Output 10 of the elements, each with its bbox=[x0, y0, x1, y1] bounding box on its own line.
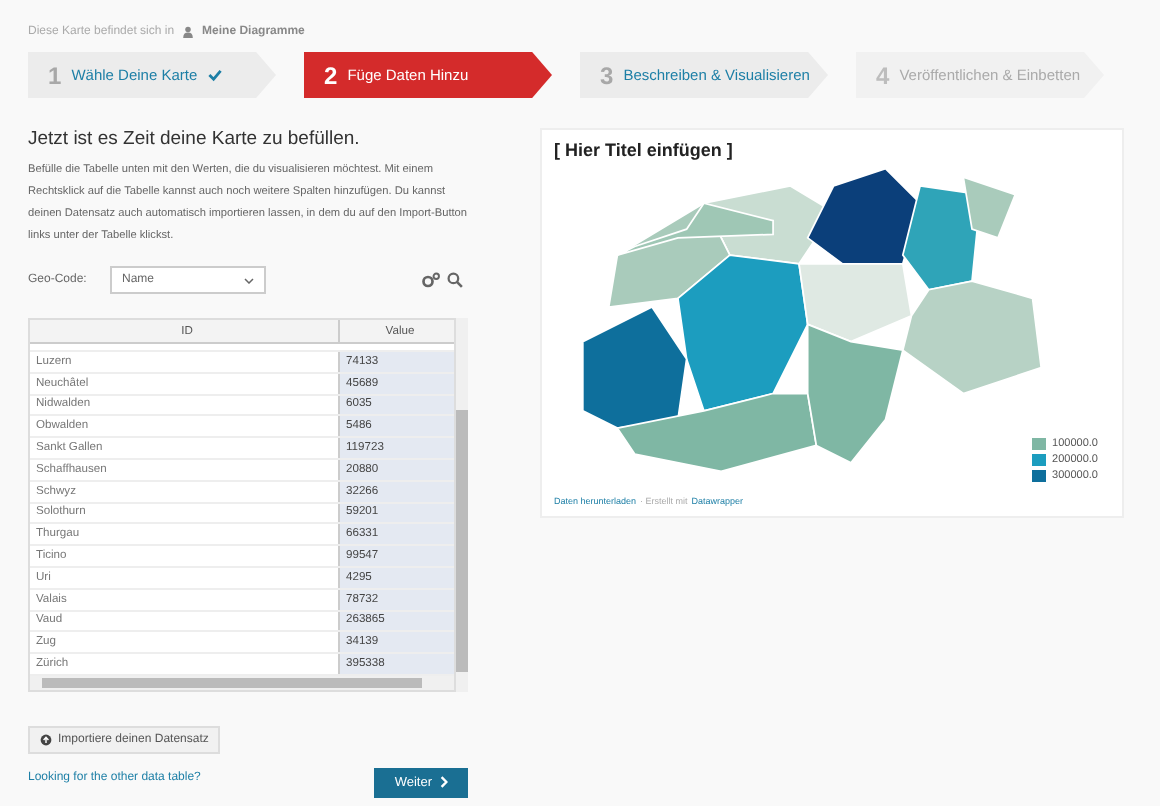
search-icon[interactable] bbox=[446, 272, 464, 288]
vertical-scrollbar[interactable] bbox=[456, 318, 468, 692]
caret-icon bbox=[244, 277, 254, 283]
chevron-icon bbox=[440, 776, 448, 789]
chart-title: [ Hier Titel einfügen ] bbox=[554, 140, 735, 160]
user-icon bbox=[182, 26, 195, 38]
check-icon bbox=[207, 68, 222, 82]
section-heading: Jetzt ist es Zeit deine Karte zu befüllen. bbox=[28, 128, 362, 150]
upload-icon bbox=[40, 733, 52, 746]
settings-icon[interactable] bbox=[422, 272, 440, 288]
